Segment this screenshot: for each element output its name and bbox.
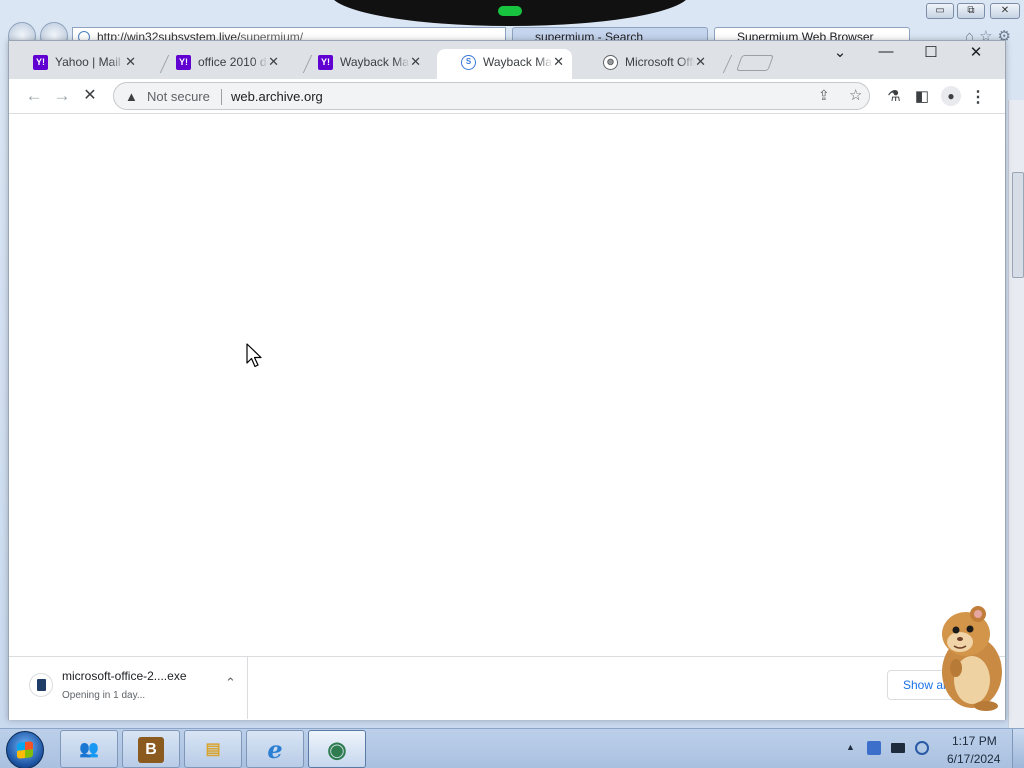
tab-office-2010[interactable]: Y! office 2010 do ✕ (152, 49, 287, 79)
maximize-button[interactable]: ☐ (908, 43, 954, 61)
tab-close-icon[interactable]: ✕ (410, 49, 421, 75)
tab-label: Yahoo | Mail (55, 55, 121, 69)
tab-close-icon[interactable]: ✕ (553, 49, 564, 75)
navigation-toolbar: ← → ✕ ▲ Not secure web.archive.org ⇪ ☆ ⚗… (9, 79, 1005, 114)
show-hidden-icons-arrow-icon[interactable]: ▲ (846, 742, 855, 752)
clock-time[interactable]: 1:17 PM (952, 734, 997, 748)
page-content (9, 114, 1005, 656)
tab-yahoo-mail[interactable]: Y! Yahoo | Mail ✕ (9, 49, 144, 79)
browser-icon: ◉ (327, 737, 347, 762)
messenger-icon: 👥 (79, 741, 99, 758)
chevron-up-icon[interactable]: ⌃ (225, 675, 236, 691)
tab-strip: Y! Yahoo | Mail ✕ Y! office 2010 do ✕ Y!… (9, 41, 1005, 79)
windows-logo-icon (17, 741, 33, 759)
yahoo-icon: Y! (33, 55, 48, 70)
warning-icon[interactable]: ▲ (125, 89, 138, 104)
show-desktop-button[interactable] (1012, 729, 1024, 768)
close-window-button[interactable]: ✕ (953, 43, 999, 61)
url-text[interactable]: web.archive.org (231, 89, 323, 104)
address-bar[interactable]: ▲ Not secure web.archive.org ⇪ ☆ (113, 82, 870, 110)
profile-avatar-icon[interactable]: ● (941, 86, 961, 106)
tab-label: Wayback Mac (340, 55, 410, 69)
network-icon[interactable] (867, 741, 881, 755)
ie-scrollbar[interactable] (1008, 100, 1024, 728)
tab-search-chevron-icon[interactable]: ⌄ (817, 43, 863, 61)
download-status: Opening in 1 day... (62, 690, 146, 701)
bookmark-star-icon[interactable]: ☆ (849, 86, 862, 104)
forward-button[interactable]: → (49, 83, 75, 109)
taskbar-internet-explorer[interactable]: e (246, 730, 304, 768)
ie-restore-button[interactable]: ⧉ (957, 3, 985, 19)
tab-label: Microsoft Offi (625, 55, 695, 69)
tab-microsoft-office[interactable]: ◍ Microsoft Offi ✕ (579, 49, 714, 79)
chrome-window: Y! Yahoo | Mail ✕ Y! office 2010 do ✕ Y!… (8, 40, 1006, 720)
taskbar-chrome[interactable]: ◉ (308, 730, 366, 768)
folder-icon: ▤ (205, 741, 221, 758)
ie-close-button[interactable]: ✕ (990, 3, 1020, 19)
monitor-icon[interactable] (891, 743, 905, 753)
mouse-cursor-icon (246, 343, 262, 368)
download-filename: microsoft-office-2....exe (62, 669, 187, 683)
back-button[interactable]: ← (21, 83, 47, 109)
share-icon[interactable]: ⇪ (818, 87, 830, 104)
extensions-icon[interactable]: ⚗ (884, 87, 904, 105)
minimize-button[interactable]: — (863, 43, 909, 60)
tab-separator (722, 55, 733, 73)
internet-explorer-icon: e (267, 735, 283, 764)
taskbar-messenger[interactable]: 👥 (60, 730, 118, 768)
tab-close-icon[interactable]: ✕ (125, 49, 136, 75)
download-item[interactable]: microsoft-office-2....exe Opening in 1 d… (19, 657, 248, 719)
tab-label: Wayback Mac (483, 55, 553, 69)
yahoo-icon: Y! (176, 55, 191, 70)
speaker-icon[interactable] (915, 741, 929, 755)
omnibox-divider (221, 89, 222, 105)
file-icon (29, 673, 53, 697)
tab-close-icon[interactable]: ✕ (268, 49, 279, 75)
menu-kebab-icon[interactable]: ⋮ (968, 87, 988, 107)
new-tab-button[interactable] (736, 55, 774, 71)
taskbar-boxed-app[interactable]: B (122, 730, 180, 768)
side-panel-icon[interactable]: ◧ (912, 87, 932, 105)
clock-date[interactable]: 6/17/2024 (947, 752, 1000, 766)
security-label[interactable]: Not secure (147, 89, 210, 104)
yahoo-icon: Y! (318, 55, 333, 70)
tab-wayback-active[interactable]: S Wayback Mac ✕ (437, 49, 572, 79)
download-shelf: microsoft-office-2....exe Opening in 1 d… (9, 656, 1005, 720)
hamster-box-icon: B (138, 737, 164, 763)
globe-icon: ◍ (603, 55, 618, 70)
hamster-mascot-icon (942, 606, 1002, 711)
tab-label: office 2010 do (198, 55, 268, 69)
tab-close-icon[interactable]: ✕ (695, 49, 706, 75)
start-button[interactable] (6, 731, 44, 768)
ie-scrollbar-thumb[interactable] (1012, 172, 1024, 278)
ie-minimize-button[interactable]: ▭ (926, 3, 954, 19)
internet-archive-icon: S (461, 55, 476, 70)
taskbar-explorer[interactable]: ▤ (184, 730, 242, 768)
taskbar: 👥 B ▤ e ◉ ▲ 1:17 PM 6/17/2024 (0, 728, 1024, 768)
stop-loading-button[interactable]: ✕ (77, 83, 103, 109)
tab-wayback-yahoo[interactable]: Y! Wayback Mac ✕ (294, 49, 429, 79)
